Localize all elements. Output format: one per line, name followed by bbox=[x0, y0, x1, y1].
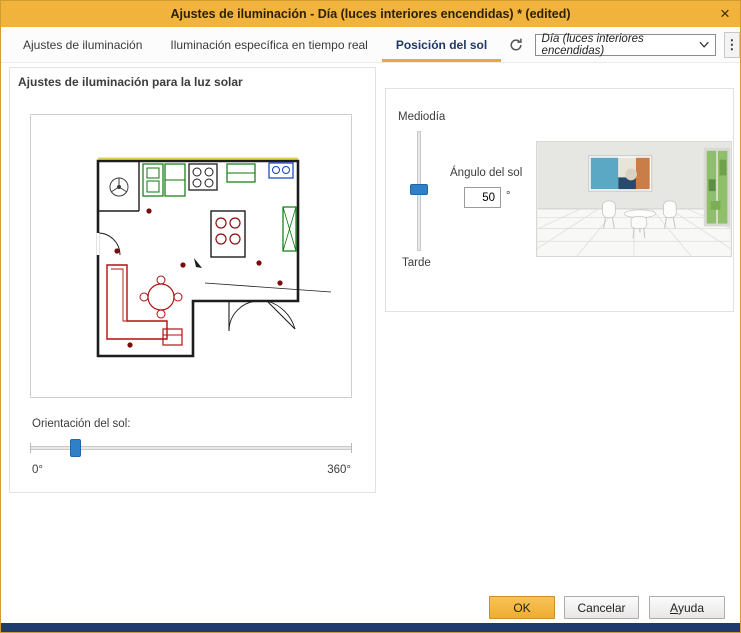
sun-elevation-handle[interactable] bbox=[410, 183, 428, 195]
close-icon[interactable]: × bbox=[710, 1, 740, 27]
lighting-settings-dialog: Ajustes de iluminación - Día (luces inte… bbox=[0, 0, 741, 633]
sun-orientation-max: 360° bbox=[327, 464, 351, 476]
lighting-preset-dropdown[interactable]: Día (luces interiores encendidas) bbox=[534, 32, 716, 57]
elevation-top-label: Mediodía bbox=[398, 111, 446, 123]
sun-elevation-slider[interactable] bbox=[404, 131, 434, 251]
elevation-bottom-label: Tarde bbox=[402, 257, 431, 269]
help-label-rest: yuda bbox=[677, 600, 705, 615]
titlebar: Ajustes de iluminación - Día (luces inte… bbox=[1, 1, 740, 27]
sun-angle-unit: ° bbox=[506, 190, 511, 202]
chevron-down-icon bbox=[698, 41, 709, 48]
sunlight-settings-panel: Ajustes de iluminación para la luz solar bbox=[9, 67, 376, 493]
tab-sun-position[interactable]: Posición del sol bbox=[382, 27, 501, 62]
tab-lighting-settings[interactable]: Ajustes de iluminación bbox=[9, 27, 156, 62]
lighting-preset-value: Día (luces interiores encendidas) bbox=[541, 32, 644, 57]
more-options-button[interactable]: ⋮ bbox=[723, 31, 740, 58]
render-preview-image bbox=[537, 142, 731, 256]
slider-tick-start bbox=[30, 443, 31, 453]
vertical-dots-icon: ⋮ bbox=[725, 36, 739, 52]
floor-plan-image bbox=[96, 157, 332, 358]
ok-button[interactable]: OK bbox=[489, 596, 555, 619]
slider-tick-end bbox=[351, 443, 352, 453]
cancel-button[interactable]: Cancelar bbox=[564, 596, 639, 619]
tab-realtime-lighting[interactable]: Iluminación específica en tiempo real bbox=[156, 27, 381, 62]
bottom-accent-strip bbox=[1, 623, 740, 632]
refresh-button[interactable] bbox=[505, 33, 526, 57]
floor-plan-view bbox=[30, 114, 352, 398]
sun-orientation-label: Orientación del sol: bbox=[32, 418, 131, 430]
refresh-icon bbox=[510, 38, 522, 51]
sun-angle-label: Ángulo del sol bbox=[450, 167, 523, 179]
window-title: Ajustes de iluminación - Día (luces inte… bbox=[170, 7, 571, 21]
help-button[interactable]: Ayuda bbox=[649, 596, 725, 619]
tab-bar: Ajustes de iluminación Iluminación espec… bbox=[1, 27, 740, 63]
render-preview bbox=[536, 141, 732, 257]
sun-angle-input[interactable] bbox=[464, 187, 501, 208]
sun-orientation-slider[interactable] bbox=[30, 436, 352, 460]
help-mnemonic: A bbox=[669, 600, 678, 615]
sun-elevation-panel: Mediodía Tarde Ángulo del sol ° bbox=[385, 88, 734, 312]
sunlight-settings-header: Ajustes de iluminación para la luz solar bbox=[18, 75, 243, 89]
sun-orientation-min: 0° bbox=[32, 464, 43, 476]
sun-orientation-handle[interactable] bbox=[70, 439, 82, 457]
